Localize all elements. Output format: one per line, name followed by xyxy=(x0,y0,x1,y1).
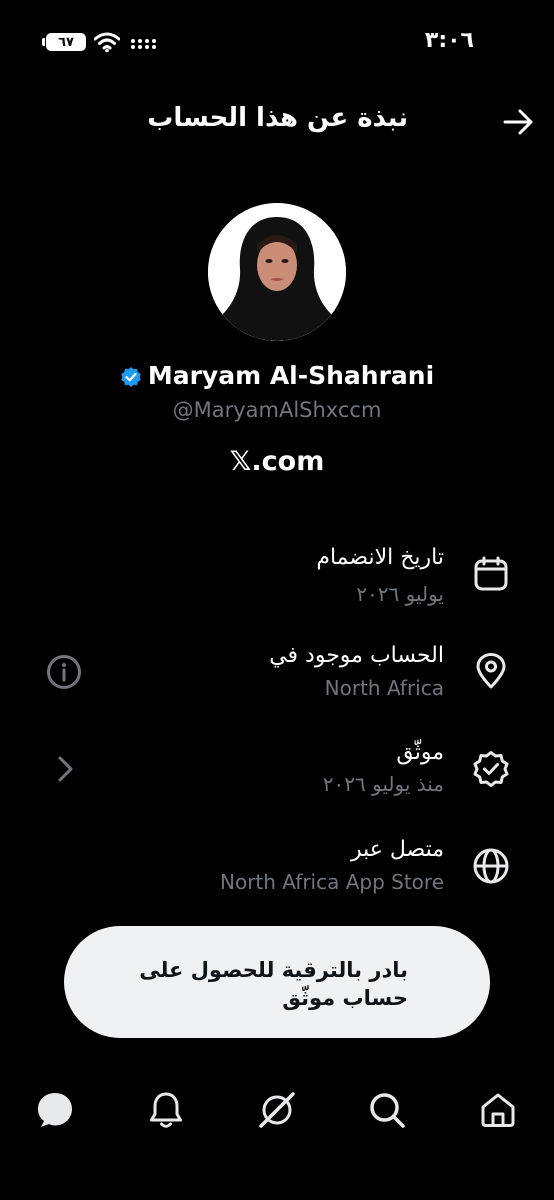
page-title: نبذة عن هذا الحساب xyxy=(147,103,408,133)
display-name: Maryam Al-Shahrani xyxy=(147,361,435,390)
search-icon[interactable] xyxy=(367,1090,407,1130)
avatar-image xyxy=(208,203,346,341)
messages-icon[interactable] xyxy=(35,1090,75,1130)
x-logo: 𝕏 xyxy=(229,446,252,477)
calendar-icon xyxy=(474,556,508,591)
site-suffix: .com xyxy=(251,446,325,477)
info-location-value: North Africa xyxy=(324,676,444,700)
notifications-icon[interactable] xyxy=(146,1090,186,1130)
verified-badge-icon xyxy=(473,751,509,787)
info-circle-icon[interactable] xyxy=(46,654,82,690)
info-verified-title[interactable]: موثّق xyxy=(64,740,444,765)
name-row: Maryam Al-Shahrani xyxy=(0,361,554,390)
info-joined-value: يوليو ٢٠٢٦ xyxy=(356,582,444,606)
info-connected-value: North Africa App Store xyxy=(220,870,444,894)
battery-icon: ٦٧ xyxy=(42,33,86,51)
signal-dots-icon xyxy=(131,39,156,49)
handle: @MaryamAlShxccm xyxy=(172,398,382,422)
info-connected-title: متصل عبر xyxy=(350,837,444,862)
x-com-label: 𝕏 .com xyxy=(0,446,554,477)
chevron-right-icon[interactable] xyxy=(54,754,78,784)
upgrade-banner-text[interactable]: بادر بالترقية للحصول على حساب موثّق xyxy=(108,956,408,1012)
home-icon[interactable] xyxy=(478,1090,518,1130)
back-arrow-icon[interactable] xyxy=(502,106,534,138)
grok-icon[interactable] xyxy=(257,1090,297,1130)
location-pin-icon xyxy=(476,653,506,689)
info-location-title: الحساب موجود في xyxy=(269,643,444,668)
verified-badge-icon xyxy=(121,366,141,387)
wifi-icon xyxy=(94,32,120,53)
avatar[interactable] xyxy=(208,203,346,341)
info-verified-value[interactable]: منذ يوليو ٢٠٢٦ xyxy=(64,772,444,796)
globe-icon xyxy=(473,848,509,884)
battery-level: ٦٧ xyxy=(58,34,74,50)
info-joined-title: تاريخ الانضمام xyxy=(316,545,444,570)
status-time: ٣:٠٦ xyxy=(424,28,474,53)
